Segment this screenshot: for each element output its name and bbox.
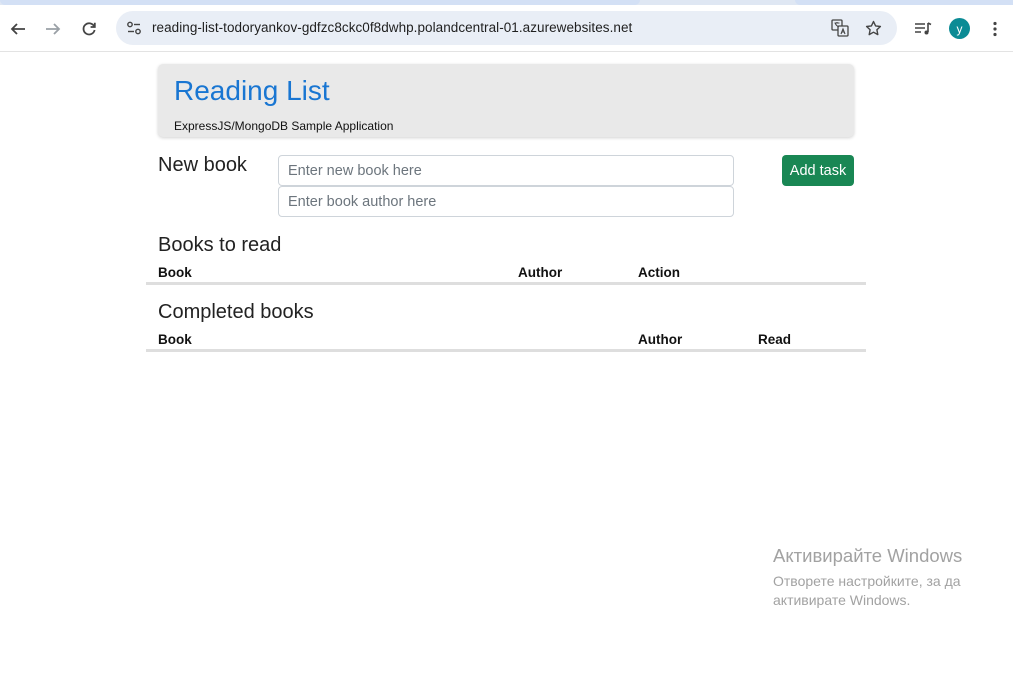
header-banner: Reading List ExpressJS/MongoDB Sample Ap… (158, 64, 854, 137)
column-header-author: Author (518, 265, 563, 280)
add-task-button[interactable]: Add task (782, 155, 854, 186)
watermark-line-2: активирате Windows. (773, 592, 911, 608)
profile-avatar[interactable]: y (949, 18, 970, 39)
completed-books-table: Book Author Read (146, 332, 866, 352)
more-menu-icon[interactable] (982, 16, 1008, 42)
arrow-right-icon (46, 23, 61, 35)
bookmark-star-icon[interactable] (862, 17, 884, 39)
browser-toolbar: reading-list-todoryankov-gdfzc8ckc0f8dwh… (0, 5, 1013, 52)
books-to-read-table: Book Author Action (146, 265, 866, 285)
book-title-input[interactable] (278, 155, 734, 186)
address-bar[interactable]: reading-list-todoryankov-gdfzc8ckc0f8dwh… (116, 11, 897, 45)
books-to-read-title: Books to read (158, 234, 282, 256)
column-header-book: Book (158, 265, 192, 280)
arrow-left-icon (10, 23, 25, 35)
media-control-icon[interactable] (910, 16, 936, 42)
site-info-icon[interactable] (122, 16, 146, 40)
forward-button[interactable] (38, 14, 68, 44)
reload-button[interactable] (74, 14, 104, 44)
app-title: Reading List (174, 75, 330, 106)
completed-books-title: Completed books (158, 301, 314, 323)
watermark-line-1: Отворете настройките, за да (773, 573, 961, 589)
column-header-action: Action (638, 265, 680, 280)
app-subtitle: ExpressJS/MongoDB Sample Application (174, 119, 394, 133)
column-header-read: Read (758, 332, 792, 347)
book-author-input[interactable] (278, 186, 734, 217)
watermark-title: Активирайте Windows (773, 545, 963, 566)
watermark-line: Отворете настройките, за да активирате W… (773, 572, 962, 610)
column-header-author: Author (638, 332, 683, 347)
reload-icon (82, 22, 96, 36)
column-header-book: Book (158, 332, 192, 347)
new-book-label: New book (158, 154, 247, 176)
back-button[interactable] (3, 14, 33, 44)
url-text[interactable]: reading-list-todoryankov-gdfzc8ckc0f8dwh… (152, 20, 632, 35)
translate-icon[interactable] (829, 17, 851, 39)
windows-activation-watermark: Активирайте Windows Отворете настройките… (773, 545, 962, 610)
